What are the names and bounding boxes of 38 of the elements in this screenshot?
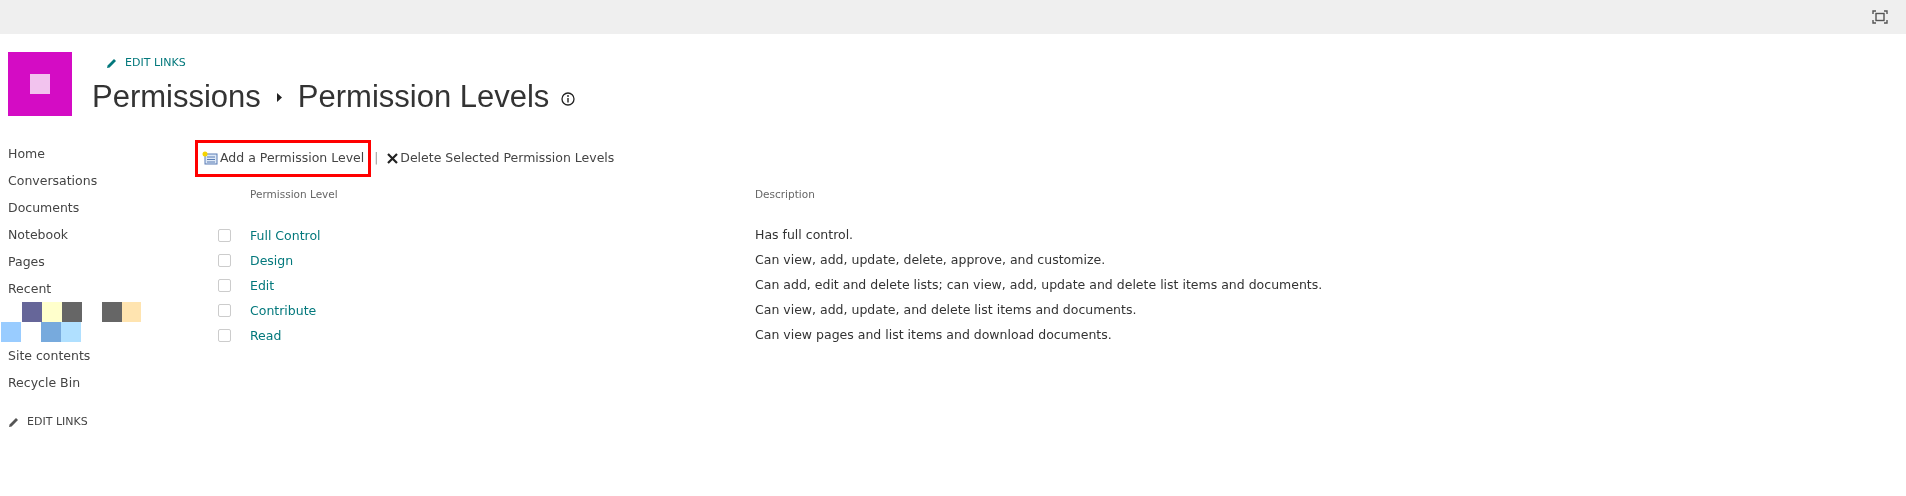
pencil-icon	[8, 416, 19, 428]
row-checkbox[interactable]	[218, 278, 231, 292]
delete-permission-levels-button[interactable]: Delete Selected Permission Levels	[381, 141, 621, 176]
permission-level-link[interactable]: Read	[250, 328, 282, 343]
nav-link-item[interactable]: Site contents	[8, 342, 200, 369]
description-text: Can add, edit and delete lists; can view, add, update and delete list items and documents.	[755, 275, 1323, 294]
column-header[interactable]: Permission Level	[250, 187, 338, 200]
edit-links[interactable]: EDIT LINKS	[106, 55, 186, 72]
permission-level-link[interactable]: Design	[250, 253, 294, 268]
row-checkbox[interactable]	[218, 328, 231, 342]
permission-level-link[interactable]: Edit	[250, 278, 275, 293]
pencil-icon	[106, 58, 117, 69]
row-checkbox[interactable]	[218, 253, 231, 267]
edit-links[interactable]: EDIT LINKS	[8, 414, 88, 431]
site-logo[interactable]	[8, 52, 72, 116]
nav-link-item[interactable]: Recycle Bin	[8, 369, 200, 396]
description-text: Has full control.	[755, 225, 854, 244]
permission-level-link[interactable]: Full Control	[250, 228, 321, 243]
new-list-icon	[202, 151, 218, 166]
toolbar-separator: |	[374, 150, 379, 168]
add-permission-level-button[interactable]: Add a Permission Level	[195, 140, 372, 177]
breadcrumb-arrow-icon	[276, 92, 282, 102]
description-text: Can view pages and list items and download documents.	[755, 325, 1112, 344]
description-text: Can view, add, update, delete, approve, and customize.	[755, 250, 1106, 269]
column-header[interactable]: Description	[755, 186, 815, 203]
row-checkbox[interactable]	[218, 228, 231, 242]
nav-link-item[interactable]: Notebook	[8, 221, 200, 248]
description-text: Can view, add, update, and delete list items and documents.	[755, 300, 1137, 319]
row-checkbox[interactable]	[218, 303, 231, 317]
nav-link-item[interactable]: Pages	[8, 248, 200, 275]
page-title: Permission Levels	[297, 80, 550, 115]
info-icon[interactable]	[561, 92, 576, 107]
nav-link-item[interactable]: Documents	[8, 194, 200, 221]
permission-level-link[interactable]: Contribute	[250, 303, 317, 318]
breadcrumb-link[interactable]: Permissions	[92, 80, 261, 115]
fullscreen-icon[interactable]	[1872, 10, 1888, 24]
close-icon	[387, 152, 399, 164]
nav-link-item[interactable]: Recent	[8, 275, 200, 302]
